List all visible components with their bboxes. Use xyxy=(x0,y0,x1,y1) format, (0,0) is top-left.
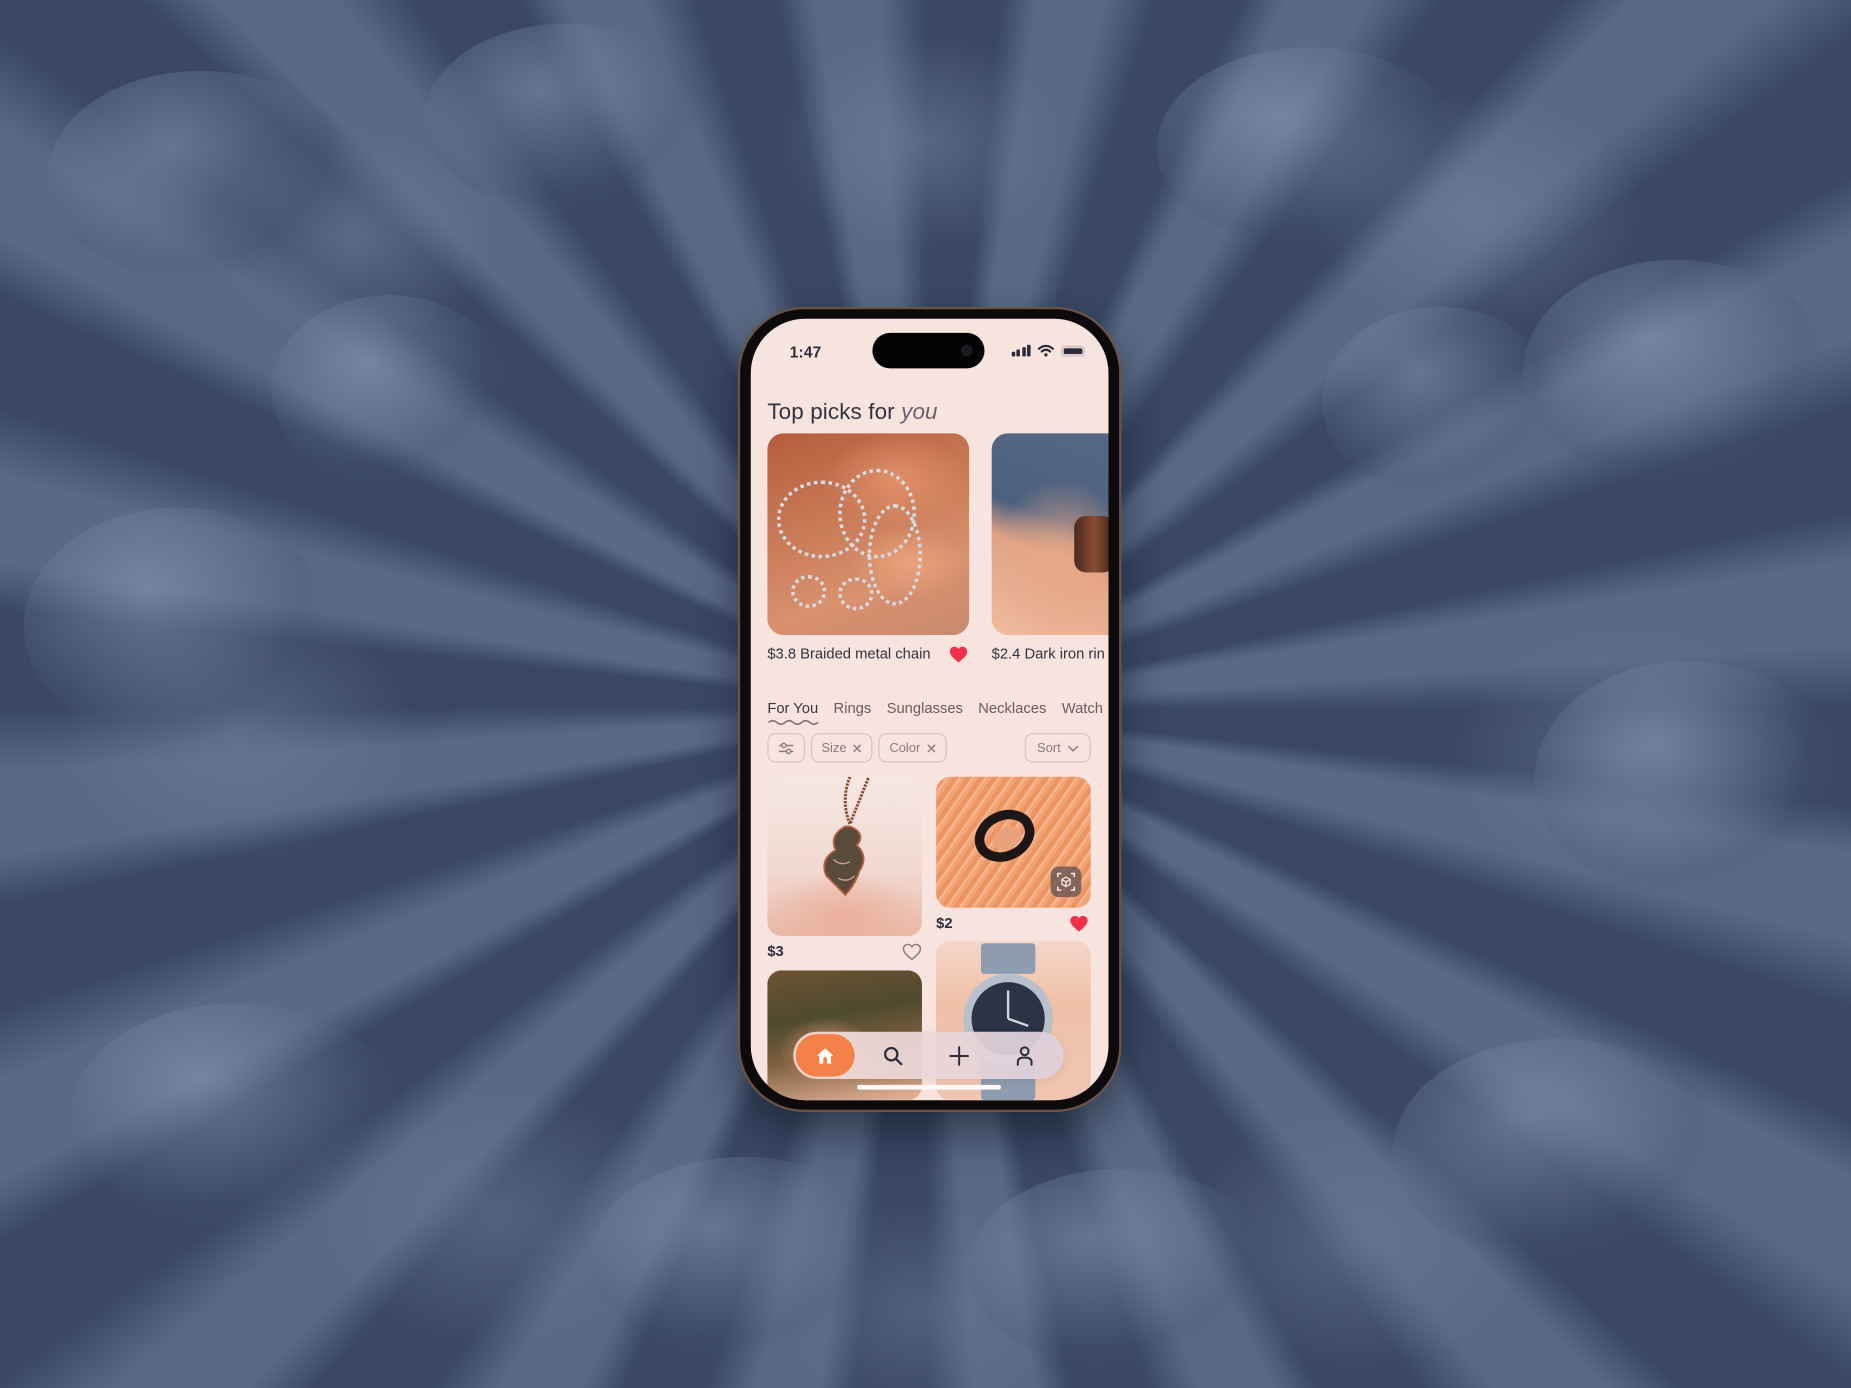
ar-view-button[interactable] xyxy=(1050,866,1082,898)
product-card-image[interactable] xyxy=(767,776,922,937)
tab-sunglasses[interactable]: Sunglasses xyxy=(887,700,963,717)
filter-chip-color[interactable]: Color xyxy=(878,733,947,763)
category-tabs: For You Rings Sunglasses Necklaces Watch xyxy=(767,700,1103,725)
fabric-fold xyxy=(47,70,355,284)
title-emphasis: you xyxy=(901,400,938,425)
wifi-icon xyxy=(1037,344,1055,357)
heart-outline-icon[interactable] xyxy=(902,943,922,961)
fabric-fold xyxy=(1522,259,1830,485)
filter-chip-size[interactable]: Size xyxy=(811,733,873,763)
sliders-icon xyxy=(779,742,794,754)
chip-label: Size xyxy=(821,740,847,755)
camera-icon xyxy=(960,344,973,357)
ar-cube-icon xyxy=(1056,872,1076,891)
fabric-fold xyxy=(1322,306,1559,496)
fabric-fold xyxy=(1392,1038,1724,1264)
nav-profile-button[interactable] xyxy=(996,1034,1053,1076)
sort-label: Sort xyxy=(1036,740,1061,755)
product-price: $2 xyxy=(936,914,953,932)
tab-for-you[interactable]: For You xyxy=(767,700,819,725)
profile-icon xyxy=(1016,1045,1033,1066)
close-icon[interactable] xyxy=(926,743,936,752)
top-pick-card-image[interactable] xyxy=(991,433,1109,636)
top-pick-label[interactable]: $3.8 Braided metal chain xyxy=(767,646,930,663)
cellular-signal-icon xyxy=(1011,344,1031,357)
chevron-down-icon xyxy=(1067,744,1078,752)
dynamic-island xyxy=(872,332,985,369)
fabric-fold xyxy=(70,1003,402,1228)
home-icon xyxy=(816,1047,834,1064)
nav-search-button[interactable] xyxy=(864,1034,921,1076)
battery-icon xyxy=(1061,345,1085,356)
status-time: 1:47 xyxy=(789,343,822,362)
filter-bar: Size Color Sort xyxy=(767,733,1091,765)
fabric-fold xyxy=(424,23,709,213)
status-icons xyxy=(1011,344,1085,357)
fabric-fold xyxy=(590,1156,898,1358)
chain-illustration xyxy=(867,504,922,606)
tab-rings[interactable]: Rings xyxy=(834,700,872,717)
title-text: Top picks for xyxy=(767,400,902,425)
fabric-fold xyxy=(271,295,508,485)
heart-filled-icon[interactable] xyxy=(949,646,968,664)
nav-home-button[interactable] xyxy=(795,1034,855,1077)
phone-screen: 1:47 Top picks for you $3.8 Braided meta… xyxy=(750,318,1109,1101)
nav-add-button[interactable] xyxy=(930,1034,987,1076)
filter-settings-button[interactable] xyxy=(767,733,806,763)
search-icon xyxy=(883,1046,902,1065)
top-pick-label[interactable]: $2.4 Dark iron rin xyxy=(992,646,1105,663)
tab-necklaces[interactable]: Necklaces xyxy=(978,700,1046,717)
chain-illustration xyxy=(838,577,874,611)
chip-label: Color xyxy=(889,740,921,755)
heart-filled-icon[interactable] xyxy=(1070,915,1089,933)
tab-label: For You xyxy=(767,700,819,717)
top-pick-card-image[interactable] xyxy=(767,433,970,636)
dragon-pendant-illustration xyxy=(823,776,871,897)
bottom-navigation xyxy=(793,1031,1064,1079)
sort-dropdown[interactable]: Sort xyxy=(1024,733,1091,763)
background-cushion: 1:47 Top picks for you $3.8 Braided meta… xyxy=(0,0,1851,1388)
plus-icon xyxy=(948,1045,969,1066)
fabric-fold xyxy=(1534,661,1842,898)
active-tab-indicator xyxy=(768,719,819,725)
page-title: Top picks for you xyxy=(767,400,937,426)
tab-watch[interactable]: Watch xyxy=(1062,700,1103,717)
home-indicator[interactable] xyxy=(857,1084,1002,1090)
fabric-fold xyxy=(968,1168,1275,1370)
ring-illustration xyxy=(1074,515,1109,573)
product-card-image[interactable] xyxy=(936,776,1091,908)
close-icon[interactable] xyxy=(853,743,862,752)
phone-frame: 1:47 Top picks for you $3.8 Braided meta… xyxy=(740,309,1120,1110)
product-price: $3 xyxy=(767,943,784,960)
fabric-fold xyxy=(1156,47,1464,248)
fabric-fold xyxy=(23,507,331,744)
chain-illustration xyxy=(790,574,827,608)
